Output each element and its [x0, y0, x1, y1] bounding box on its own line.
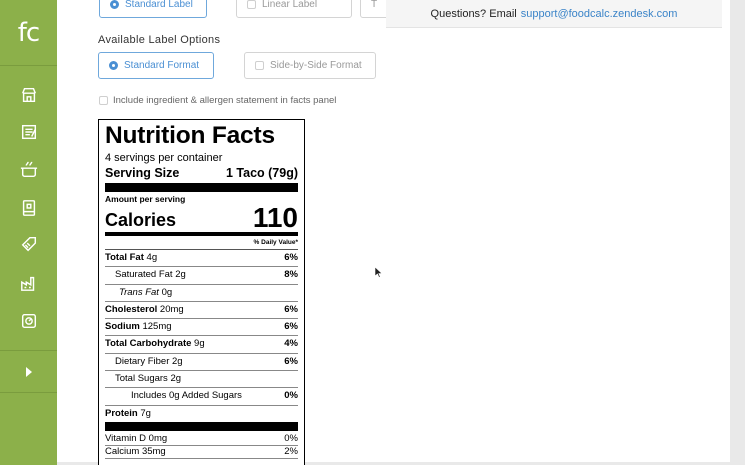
include-statement-checkbox[interactable]: [99, 96, 108, 105]
nutrient-row: Trans Fat 0g: [105, 285, 298, 302]
standard-format-button[interactable]: Standard Format: [98, 52, 214, 79]
linear-label-button[interactable]: Linear Label: [236, 0, 352, 18]
book-icon[interactable]: [0, 190, 57, 226]
vitamin-row: Calcium 35mg 2%: [105, 446, 298, 459]
vitamin-label: Vitamin D: [105, 432, 147, 444]
radio-selected-icon: [110, 0, 119, 9]
serving-size-row: Serving Size 1 Taco (79g): [105, 165, 298, 181]
nutrition-title: Nutrition Facts: [105, 122, 275, 149]
nutrient-row: Protein 7g: [105, 406, 298, 422]
gauge-icon[interactable]: [0, 303, 57, 339]
vitamin-row: Vitamin D 0mg 0%: [105, 433, 298, 446]
linear-label-text: Linear Label: [262, 0, 318, 10]
nutrient-label: Total Carbohydrate: [105, 338, 192, 350]
label-options-title: Available Label Options: [98, 34, 221, 46]
include-statement-label: Include ingredient & allergen statement …: [113, 95, 337, 106]
app-logo[interactable]: fc: [0, 0, 57, 66]
nutrition-facts-panel: Nutrition Facts 4 servings per container…: [98, 119, 305, 465]
nutrient-row: Total Sugars 2g: [105, 371, 298, 389]
standard-label-button[interactable]: Standard Label: [99, 0, 207, 18]
servings-per-container: 4 servings per container: [105, 152, 223, 164]
pot-icon[interactable]: [0, 152, 57, 188]
nutrient-amount: 9g: [194, 338, 205, 350]
nutrient-row: Total Carbohydrate 9g 4%: [105, 336, 298, 354]
nutrient-pct: 6%: [284, 303, 298, 315]
radio-selected-icon: [109, 61, 118, 70]
nutrient-pct: 0%: [284, 390, 298, 402]
nutrient-label: Total Fat: [105, 252, 144, 263]
vitamin-amount: 35mg: [141, 445, 166, 457]
nutrient-amount: 2g: [172, 355, 183, 367]
vitamin-amount: 0mg: [148, 432, 168, 444]
radio-unselected-icon: [247, 0, 256, 9]
side-by-side-format-text: Side-by-Side Format: [270, 60, 362, 71]
questions-text: Questions? Email: [430, 7, 517, 20]
standard-label-text: Standard Label: [125, 0, 193, 10]
nutrient-row: Saturated Fat 2g 8%: [105, 267, 298, 285]
nutrient-row: Includes 0g Added Sugars 0%: [105, 388, 298, 406]
nutrient-amount: 7g: [140, 407, 151, 419]
serving-size-label: Serving Size: [105, 166, 180, 180]
sidebar: fc: [0, 0, 57, 465]
questions-bar: Questions? Email support@foodcalc.zendes…: [386, 0, 722, 28]
support-email-link[interactable]: support@foodcalc.zendesk.com: [521, 8, 678, 20]
nutrient-amount: 2g: [175, 269, 186, 281]
vitamin-pct: 0%: [284, 432, 298, 444]
factory-icon[interactable]: [0, 265, 57, 301]
thick-divider: [105, 421, 298, 431]
nutrient-pct: 4%: [284, 338, 298, 350]
nutrient-label: Sodium: [105, 321, 140, 333]
chevron-right-icon[interactable]: [0, 352, 57, 392]
nutrient-pct: 8%: [284, 269, 298, 281]
nutrient-pct: 6%: [284, 252, 298, 263]
recipe-icon[interactable]: [0, 114, 57, 150]
nutrient-amount: 4g: [146, 252, 158, 263]
nutrient-label: Includes 0g Added Sugars: [131, 390, 242, 402]
nutrient-pct: 6%: [284, 355, 298, 367]
store-icon[interactable]: [0, 77, 57, 113]
serving-size-value: 1 Taco (79g): [225, 166, 298, 180]
nutrient-amount: 2g: [170, 373, 182, 385]
include-statement-row[interactable]: Include ingredient & allergen statement …: [99, 95, 336, 106]
nutrient-label: Protein: [105, 407, 138, 419]
sidebar-divider: [0, 392, 57, 393]
nutrient-row: Sodium 125mg 6%: [105, 319, 298, 337]
right-gutter: [730, 0, 745, 465]
tag-icon[interactable]: [0, 226, 57, 262]
nutrient-row: Dietary Fiber 2g 6%: [105, 354, 298, 372]
radio-unselected-icon: [255, 61, 264, 70]
thick-divider: [105, 183, 298, 192]
nutrient-label: Saturated Fat: [115, 269, 173, 281]
vitamin-label: Calcium: [105, 445, 140, 457]
sidebar-divider: [0, 350, 57, 351]
daily-value-header: % Daily Value*: [105, 237, 298, 250]
nutrient-row: Cholesterol 20mg 6%: [105, 302, 298, 320]
calories-label: Calories: [105, 210, 177, 230]
side-by-side-format-button[interactable]: Side-by-Side Format: [244, 52, 376, 79]
standard-format-text: Standard Format: [124, 60, 200, 71]
third-label-text: T: [371, 0, 378, 10]
calories-value: 110: [252, 202, 298, 233]
nutrient-label: Trans Fat: [119, 286, 159, 298]
nutrient-label: Total Sugars: [115, 373, 168, 385]
nutrient-label: Cholesterol: [105, 303, 158, 315]
nutrient-amount: 0g: [161, 286, 173, 298]
vitamin-pct: 2%: [284, 445, 298, 457]
nutrient-amount: 20mg: [159, 303, 184, 315]
nutrient-amount: 125mg: [142, 321, 172, 333]
nutrient-row: Total Fat 4g 6%: [105, 250, 298, 268]
nutrient-label: Dietary Fiber: [115, 355, 170, 367]
mouse-cursor-icon: [374, 265, 383, 283]
calories-row: Calories 110: [105, 202, 298, 233]
nutrient-pct: 6%: [284, 321, 298, 333]
